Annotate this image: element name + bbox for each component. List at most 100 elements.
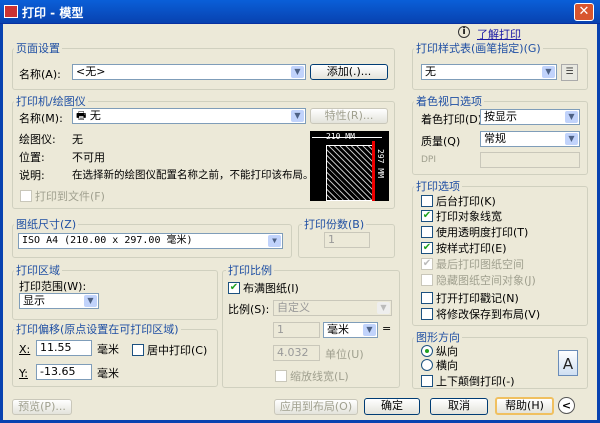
print-options-title: 打印选项 bbox=[414, 178, 462, 194]
printer-title: 打印机/绘图仪 bbox=[14, 93, 88, 109]
preview-width: 210 MM bbox=[326, 132, 355, 141]
add-button[interactable]: 添加(.)... bbox=[310, 64, 388, 80]
center-plot-checkbox[interactable]: 居中打印(C) bbox=[132, 342, 207, 358]
edit-style-table-button[interactable]: ☰ bbox=[561, 64, 578, 81]
print-option-checkbox[interactable]: ✔ 打印对象线宽 bbox=[421, 208, 502, 224]
quality-combo[interactable]: 常规 ▼ bbox=[480, 131, 580, 147]
ok-button[interactable]: 确定 bbox=[364, 398, 420, 415]
print-option-checkbox[interactable]: 使用透明度打印(T) bbox=[421, 224, 528, 240]
paper-size-combo[interactable]: ISO A4 (210.00 x 297.00 毫米) ▼ bbox=[18, 233, 283, 249]
print-to-file-checkbox[interactable]: 打印到文件(F) bbox=[20, 188, 105, 204]
portrait-page-icon: A bbox=[558, 350, 578, 376]
scale-numerator-input[interactable]: 1 bbox=[273, 322, 320, 338]
copies-spinner[interactable]: 1 bbox=[324, 232, 370, 248]
print-option-checkbox[interactable]: 打开打印戳记(N) bbox=[421, 290, 519, 306]
checkbox bbox=[275, 370, 287, 382]
chevron-down-icon: ▼ bbox=[291, 66, 304, 78]
close-button[interactable]: ✕ bbox=[574, 3, 594, 21]
print-option-checkbox[interactable]: 隐藏图纸空间对象(J) bbox=[421, 272, 536, 288]
print-option-label: 隐藏图纸空间对象(J) bbox=[436, 274, 536, 287]
print-option-label: 打开打印戳记(N) bbox=[436, 292, 519, 305]
app-icon bbox=[4, 5, 18, 18]
checkbox bbox=[421, 375, 433, 387]
print-option-label: 将修改保存到布局(V) bbox=[436, 308, 541, 321]
offset-x-input[interactable]: 11.55 bbox=[36, 340, 92, 356]
paper-size-title: 图纸尺寸(Z) bbox=[14, 216, 79, 232]
print-option-checkbox[interactable]: 将修改保存到布局(V) bbox=[421, 306, 540, 322]
landscape-radio[interactable]: 横向 bbox=[421, 357, 458, 373]
fit-to-paper-checkbox[interactable]: ✔ 布满图纸(I) bbox=[228, 280, 299, 296]
offset-y-value: -13.65 bbox=[40, 365, 76, 378]
checkbox bbox=[421, 274, 433, 286]
plot-scale-title: 打印比例 bbox=[226, 262, 274, 278]
chevron-down-icon: ▼ bbox=[565, 133, 578, 145]
printer-name-label: 名称(M): bbox=[19, 112, 63, 125]
scale-value: 自定义 bbox=[277, 301, 310, 314]
center-plot-label: 居中打印(C) bbox=[147, 344, 208, 357]
scale-combo[interactable]: 自定义 ▼ bbox=[273, 300, 392, 316]
equals-sign: = bbox=[382, 322, 392, 335]
cancel-button[interactable]: 取消 bbox=[430, 398, 488, 415]
plotter-label: 绘图仪: bbox=[19, 133, 56, 146]
properties-button[interactable]: 特性(R)... bbox=[310, 108, 388, 124]
checkbox bbox=[421, 226, 433, 238]
chevron-down-icon: ▼ bbox=[84, 295, 97, 307]
collapse-button[interactable]: < bbox=[558, 397, 575, 414]
checkbox bbox=[421, 308, 433, 320]
quality-value: 常规 bbox=[484, 132, 506, 145]
plot-range-combo[interactable]: 显示 ▼ bbox=[19, 293, 99, 309]
chevron-down-icon: ▼ bbox=[377, 302, 390, 314]
scale-denominator-value: 4.032 bbox=[277, 346, 309, 359]
scale-unit-value: 毫米 bbox=[327, 323, 349, 336]
page-setup-combo[interactable]: <无> ▼ bbox=[72, 64, 306, 80]
print-option-checkbox[interactable]: ✔ 按样式打印(E) bbox=[421, 240, 507, 256]
scale-lineweights-checkbox[interactable]: 缩放线宽(L) bbox=[275, 368, 349, 384]
upside-down-checkbox[interactable]: 上下颠倒打印(-) bbox=[421, 373, 515, 389]
radio bbox=[421, 359, 433, 371]
style-table-title: 打印样式表(画笔指定)(G) bbox=[414, 40, 543, 56]
info-icon: i bbox=[458, 26, 470, 38]
page-setup-title: 页面设置 bbox=[14, 40, 62, 56]
fit-to-paper-label: 布满图纸(I) bbox=[243, 282, 299, 295]
checkbox bbox=[421, 195, 433, 207]
paper-preview: 210 MM 297 MM bbox=[310, 131, 389, 201]
checkbox: ✔ bbox=[228, 282, 240, 294]
scale-unit-label: 单位(U) bbox=[325, 348, 364, 361]
scale-numerator-value: 1 bbox=[277, 323, 284, 336]
offset-y-unit: 毫米 bbox=[97, 367, 119, 380]
offset-y-input[interactable]: -13.65 bbox=[36, 364, 92, 380]
preview-button[interactable]: 预览(P)... bbox=[12, 399, 72, 415]
print-option-checkbox[interactable]: ✔ 最后打印图纸空间 bbox=[421, 256, 524, 272]
print-option-checkbox[interactable]: 后台打印(K) bbox=[421, 193, 496, 209]
plot-offset-title: 打印偏移(原点设置在可打印区域) bbox=[14, 321, 181, 337]
chevron-down-icon: ▼ bbox=[542, 66, 555, 78]
style-table-combo[interactable]: 无 ▼ bbox=[421, 64, 557, 80]
printer-value: 无 bbox=[89, 109, 101, 122]
print-option-label: 按样式打印(E) bbox=[436, 242, 507, 255]
help-button[interactable]: 帮助(H) bbox=[495, 397, 554, 415]
printer-combo[interactable]: 🖶 无 ▼ bbox=[72, 108, 306, 124]
shade-plot-combo[interactable]: 按显示 ▼ bbox=[480, 109, 580, 125]
shaded-viewport-title: 着色视口选项 bbox=[414, 93, 484, 109]
printer-icon: 🖶 bbox=[76, 109, 90, 122]
checkbox bbox=[20, 190, 32, 202]
scale-unit-combo[interactable]: 毫米 ▼ bbox=[323, 322, 378, 338]
checkbox: ✔ bbox=[421, 258, 433, 270]
checkbox: ✔ bbox=[421, 242, 433, 254]
apply-to-layout-button[interactable]: 应用到布局(O) bbox=[274, 399, 358, 415]
window-title: 打印 - 模型 bbox=[22, 6, 84, 20]
scale-denominator-input[interactable]: 4.032 bbox=[273, 345, 320, 361]
chevron-down-icon: ▼ bbox=[363, 324, 376, 336]
page-setup-value: <无> bbox=[76, 65, 106, 78]
checkbox bbox=[421, 292, 433, 304]
location-value: 不可用 bbox=[72, 151, 105, 164]
description-value: 在选择新的绘图仪配置名称之前，不能打印该布局。 bbox=[72, 169, 314, 181]
shade-plot-value: 按显示 bbox=[484, 110, 517, 123]
dpi-input[interactable] bbox=[480, 152, 580, 168]
offset-x-unit: 毫米 bbox=[97, 343, 119, 356]
print-option-label: 打印对象线宽 bbox=[436, 210, 502, 223]
offset-y-label: Y: bbox=[19, 367, 28, 380]
plotter-value: 无 bbox=[72, 133, 83, 146]
chevron-down-icon: ▼ bbox=[268, 235, 281, 247]
print-to-file-label: 打印到文件(F) bbox=[35, 190, 105, 203]
